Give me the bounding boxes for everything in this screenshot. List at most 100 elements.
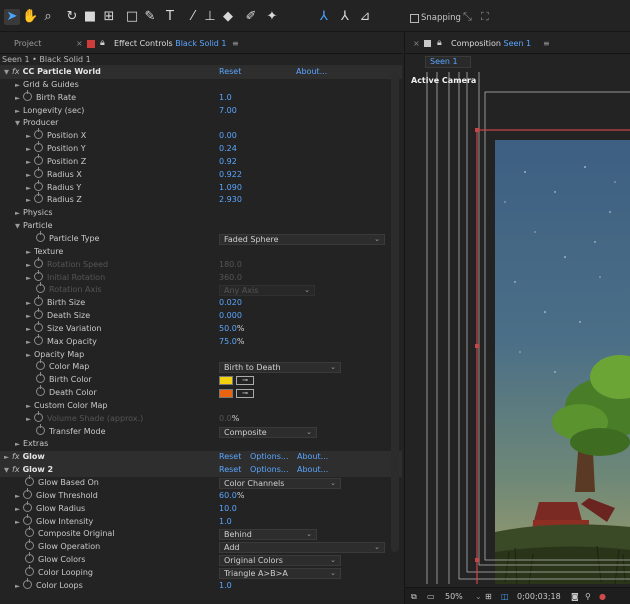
- property-row[interactable]: Color Map Birth to Death ⌄: [0, 359, 402, 374]
- property-row[interactable]: Composite Original Behind ⌄: [0, 526, 402, 541]
- effect-link[interactable]: Reset: [219, 464, 241, 477]
- twirl-open-icon[interactable]: ▼: [15, 222, 20, 230]
- twirl-closed-icon[interactable]: ►: [26, 196, 31, 204]
- twirl-closed-icon[interactable]: ►: [15, 81, 20, 89]
- stopwatch-icon[interactable]: [25, 552, 34, 564]
- composition-navigator-tab[interactable]: Seen 1: [425, 56, 471, 68]
- monitor-icon[interactable]: ▭: [427, 592, 435, 601]
- property-row[interactable]: Particle Type Faded Sphere ⌄: [0, 230, 402, 246]
- stopwatch-icon[interactable]: [34, 192, 43, 204]
- property-dropdown[interactable]: Triangle A>B>A ⌄: [219, 567, 341, 579]
- zoom-dropdown-icon[interactable]: ⌄: [475, 592, 482, 601]
- property-value[interactable]: 7.00: [219, 105, 237, 118]
- stopwatch-icon[interactable]: [36, 230, 45, 242]
- selection-tool-icon[interactable]: ➤: [4, 9, 20, 25]
- layer-handle[interactable]: [475, 128, 479, 132]
- color-swatch[interactable]: [219, 389, 233, 399]
- twirl-closed-icon[interactable]: ►: [26, 402, 31, 410]
- property-row[interactable]: ► fx Glow Reset Options... About...: [0, 451, 402, 465]
- comp-menu-icon[interactable]: ≡: [543, 39, 550, 48]
- twirl-closed-icon[interactable]: ►: [26, 171, 31, 179]
- comp-lock-icon[interactable]: 🔒︎: [437, 38, 442, 48]
- value-number[interactable]: 0.000: [219, 311, 242, 320]
- effect-link[interactable]: Reset: [219, 451, 241, 464]
- value-number[interactable]: 360.0: [219, 273, 242, 282]
- property-row[interactable]: ► Extras: [0, 438, 402, 451]
- fx-toggle-icon[interactable]: fx: [12, 67, 20, 76]
- composition-viewer[interactable]: Active Camera: [405, 72, 630, 584]
- stopwatch-icon[interactable]: [25, 539, 34, 551]
- property-row[interactable]: Rotation Axis Any Axis ⌄: [0, 282, 402, 297]
- stopwatch-icon[interactable]: [23, 513, 32, 525]
- property-row[interactable]: ▼ Particle: [0, 220, 402, 233]
- property-row[interactable]: ► Radius Y 1.090: [0, 179, 402, 195]
- value-number[interactable]: 50.0: [219, 324, 237, 333]
- property-value[interactable]: 60.0%: [219, 490, 244, 503]
- orbit-camera-icon[interactable]: ↻: [64, 9, 80, 25]
- property-row[interactable]: Glow Operation Add ⌄: [0, 539, 402, 554]
- property-row[interactable]: Glow Based On Color Channels ⌄: [0, 475, 402, 490]
- property-row[interactable]: ► Custom Color Map: [0, 400, 402, 413]
- property-value[interactable]: 0.020: [219, 297, 242, 310]
- property-row[interactable]: ► Glow Threshold 60.0%: [0, 487, 402, 503]
- stopwatch-icon[interactable]: [34, 128, 43, 140]
- property-value[interactable]: 0.922: [219, 169, 242, 182]
- twirl-closed-icon[interactable]: ►: [26, 312, 31, 320]
- property-row[interactable]: Glow Colors Original Colors ⌄: [0, 552, 402, 567]
- property-row[interactable]: ► Position X 0.00: [0, 128, 402, 143]
- property-row[interactable]: ► Max Opacity 75.0%: [0, 333, 402, 349]
- property-row[interactable]: ► Radius X 0.922: [0, 166, 402, 182]
- value-number[interactable]: 180.0: [219, 260, 242, 269]
- property-row[interactable]: Birth Color ⊸: [0, 372, 402, 387]
- stopwatch-icon[interactable]: [34, 308, 43, 320]
- value-number[interactable]: 10.0: [219, 504, 237, 513]
- stopwatch-icon[interactable]: [34, 410, 43, 422]
- scrollbar[interactable]: [391, 72, 399, 552]
- value-number[interactable]: 0.020: [219, 298, 242, 307]
- value-number[interactable]: 0.24: [219, 144, 237, 153]
- stopwatch-icon[interactable]: [23, 500, 32, 512]
- twirl-closed-icon[interactable]: ►: [15, 582, 20, 590]
- stopwatch-icon[interactable]: [36, 372, 45, 384]
- stopwatch-icon[interactable]: [34, 269, 43, 281]
- stopwatch-icon[interactable]: [34, 166, 43, 178]
- twirl-closed-icon[interactable]: ►: [15, 107, 20, 115]
- stopwatch-icon[interactable]: [25, 564, 34, 576]
- property-row[interactable]: ► Glow Intensity 1.0: [0, 513, 402, 529]
- tab-composition[interactable]: Composition Seen 1: [451, 39, 531, 48]
- property-dropdown[interactable]: Color Channels ⌄: [219, 478, 341, 489]
- property-row[interactable]: ► Position Y 0.24: [0, 141, 402, 156]
- property-value[interactable]: 50.0%: [219, 323, 244, 336]
- property-value[interactable]: 1.0: [219, 516, 232, 529]
- stopwatch-icon[interactable]: [23, 577, 32, 589]
- value-number[interactable]: 60.0: [219, 491, 237, 500]
- stopwatch-icon[interactable]: [34, 333, 43, 345]
- property-value[interactable]: 180.0: [219, 259, 242, 272]
- property-row[interactable]: ► Color Loops 1.0: [0, 577, 402, 593]
- layer-handle[interactable]: [475, 558, 479, 562]
- effect-link[interactable]: About...: [297, 464, 328, 477]
- stopwatch-icon[interactable]: [23, 89, 32, 101]
- stopwatch-icon[interactable]: [23, 487, 32, 499]
- track-camera-icon[interactable]: ■: [82, 9, 98, 25]
- value-number[interactable]: 1.0: [219, 581, 232, 590]
- lock-icon[interactable]: 🔒︎: [100, 38, 105, 48]
- property-row[interactable]: ► Death Size 0.000: [0, 308, 402, 323]
- snapping-checkbox[interactable]: [410, 14, 419, 23]
- property-row[interactable]: ► Birth Rate 1.0: [0, 89, 402, 105]
- twirl-closed-icon[interactable]: ►: [15, 440, 20, 448]
- twirl-open-icon[interactable]: ▼: [4, 68, 9, 76]
- panel-menu-icon[interactable]: ≡: [232, 39, 239, 48]
- property-dropdown[interactable]: Birth to Death ⌄: [219, 362, 341, 374]
- property-row[interactable]: ▼ Producer: [0, 117, 402, 130]
- value-number[interactable]: 7.00: [219, 106, 237, 115]
- value-number[interactable]: 0.00: [219, 131, 237, 140]
- pen-tool-icon[interactable]: ✎: [142, 9, 158, 25]
- effect-link[interactable]: About...: [297, 451, 328, 464]
- close-comp-tab-icon[interactable]: ×: [413, 39, 420, 48]
- property-row[interactable]: ▼ fx CC Particle World Reset About...: [0, 66, 402, 79]
- stopwatch-icon[interactable]: [34, 153, 43, 165]
- clone-stamp-icon[interactable]: ⊥: [202, 9, 218, 25]
- snap-options-icon[interactable]: ⤡: [463, 10, 472, 24]
- always-preview-icon[interactable]: ⧉: [411, 592, 417, 602]
